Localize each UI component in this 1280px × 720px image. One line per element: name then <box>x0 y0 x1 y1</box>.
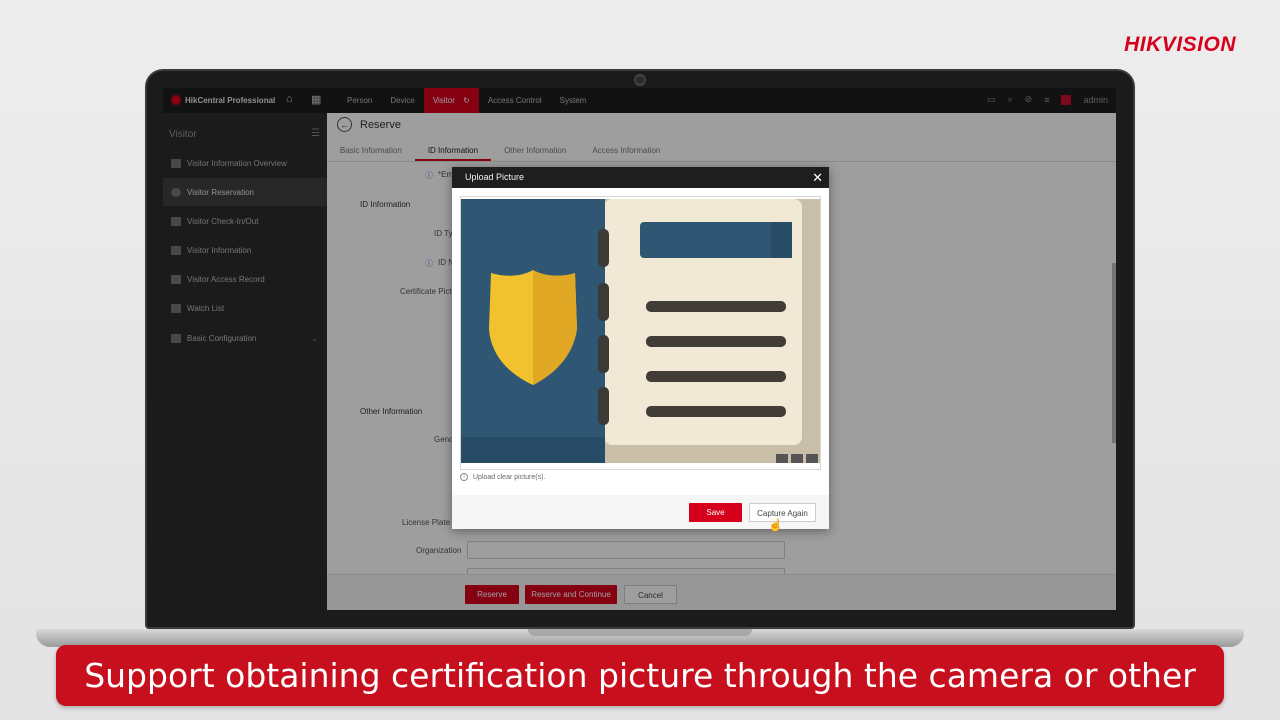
upload-picture-dialog: Upload Picture ✕ i Upload clear picture(… <box>452 167 829 529</box>
upload-hint: i Upload clear picture(s). <box>460 473 545 481</box>
info-icon: i <box>460 473 468 481</box>
captured-picture <box>460 196 821 470</box>
save-button[interactable]: Save <box>689 503 742 522</box>
caption-banner: Support obtaining certification picture … <box>56 645 1224 720</box>
close-icon[interactable]: ✕ <box>812 167 823 188</box>
upload-hint-text: Upload clear picture(s). <box>473 473 546 481</box>
mouse-cursor-icon: ☝ <box>768 518 783 532</box>
webcam <box>634 74 646 86</box>
app-screen: HikCentral Professional ⌂ ▦ Person Devic… <box>163 88 1116 610</box>
id-card-illustration <box>461 199 820 463</box>
dialog-header: Upload Picture ✕ <box>452 167 829 188</box>
dialog-title: Upload Picture <box>465 172 525 182</box>
hikvision-logo: HIKVISION <box>1124 33 1236 56</box>
laptop-notch <box>528 629 752 636</box>
